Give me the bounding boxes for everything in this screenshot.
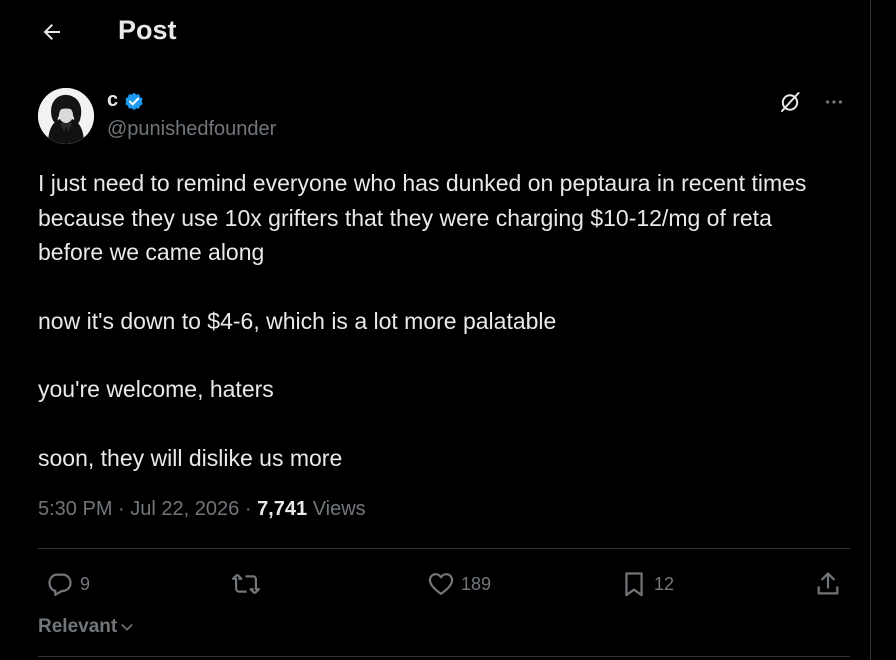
like-count: 189 bbox=[461, 573, 492, 594]
divider bbox=[38, 548, 850, 549]
header: Post bbox=[0, 0, 870, 64]
back-button[interactable] bbox=[34, 14, 70, 50]
author-name-row: c bbox=[107, 89, 145, 112]
grok-icon bbox=[781, 92, 800, 112]
views-count: 7,741 bbox=[257, 498, 308, 520]
author-name[interactable]: c bbox=[107, 89, 118, 112]
views-label: Views bbox=[312, 498, 366, 520]
post-paragraph: I just need to remind everyone who has d… bbox=[38, 170, 807, 265]
post-time[interactable]: 5:30 PM bbox=[38, 498, 112, 520]
meta-separator: · bbox=[244, 498, 252, 520]
post-top-icons bbox=[776, 88, 848, 116]
post-meta: 5:30 PM · Jul 22, 2026 · 7,741 Views bbox=[38, 498, 366, 521]
avatar-image bbox=[38, 88, 94, 144]
repost-icon bbox=[232, 573, 260, 595]
reply-count: 9 bbox=[80, 573, 91, 594]
grok-button[interactable] bbox=[776, 88, 804, 116]
chevron-down-icon bbox=[121, 624, 133, 631]
post-text: I just need to remind everyone who has d… bbox=[38, 166, 838, 475]
arrow-left-icon bbox=[43, 24, 60, 40]
verified-badge-icon[interactable] bbox=[123, 90, 145, 112]
share-icon bbox=[817, 572, 839, 595]
more-options-button[interactable] bbox=[820, 88, 848, 116]
heart-icon bbox=[428, 573, 454, 596]
more-dots-icon bbox=[825, 100, 843, 104]
avatar[interactable] bbox=[38, 88, 94, 144]
reply-button[interactable]: 9 bbox=[46, 566, 90, 602]
post-paragraph: you're welcome, haters bbox=[38, 376, 274, 402]
sort-label: Relevant bbox=[38, 616, 118, 637]
like-button[interactable]: 189 bbox=[427, 566, 491, 602]
bookmark-icon bbox=[625, 572, 643, 597]
bookmark-count: 12 bbox=[654, 573, 675, 594]
post-date[interactable]: Jul 22, 2026 bbox=[130, 498, 239, 520]
meta-separator: · bbox=[118, 498, 125, 520]
post-column: Post c @punishedfounder I just need to r… bbox=[0, 0, 871, 660]
post-paragraph: soon, they will dislike us more bbox=[38, 444, 343, 471]
repost-button[interactable] bbox=[232, 566, 266, 602]
page-title: Post bbox=[118, 15, 177, 45]
author-handle[interactable]: @punishedfounder bbox=[107, 118, 276, 141]
divider bbox=[38, 656, 850, 657]
share-button[interactable] bbox=[814, 566, 842, 602]
post-paragraph: now it's down to $4-6, which is a lot mo… bbox=[38, 307, 557, 334]
reply-icon bbox=[48, 573, 72, 596]
bookmark-button[interactable]: 12 bbox=[620, 566, 674, 602]
action-bar: 9 189 12 bbox=[38, 566, 850, 602]
sort-replies-dropdown[interactable]: Relevant bbox=[38, 616, 135, 638]
